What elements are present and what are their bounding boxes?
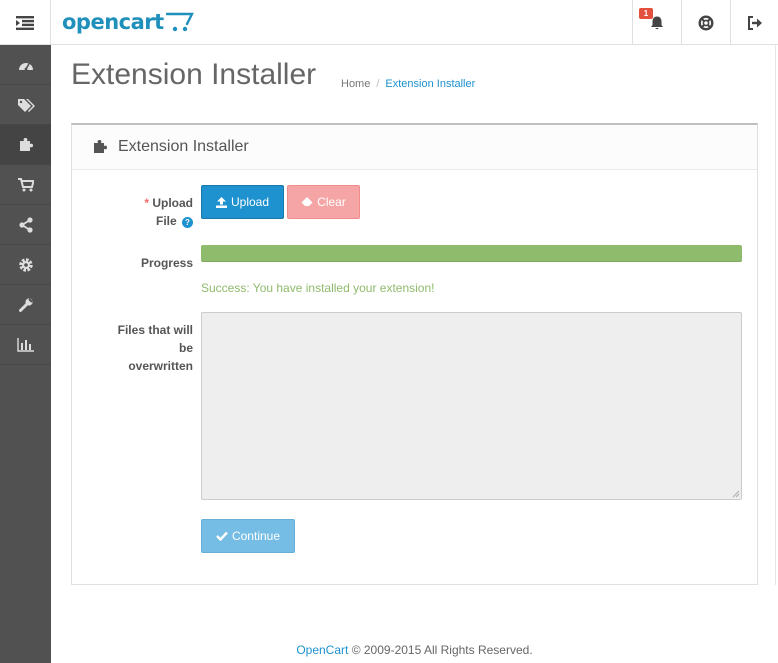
overwrite-label-line3: overwritten — [128, 359, 193, 373]
sidebar-item-extensions[interactable] — [0, 125, 51, 165]
footer-copyright: © 2009-2015 All Rights Reserved. — [351, 643, 533, 657]
sidebar-nav — [0, 45, 51, 663]
upload-button-label: Upload — [230, 195, 270, 209]
cog-icon — [18, 257, 33, 272]
notification-count-badge: 1 — [639, 8, 653, 19]
continue-button-label: Continue — [231, 529, 281, 543]
success-message: Success: You have installed your extensi… — [201, 281, 435, 295]
progress-bar — [201, 245, 742, 262]
sidebar-item-sales[interactable] — [0, 165, 51, 205]
logo-text: opencart — [62, 10, 164, 34]
share-icon — [18, 216, 33, 233]
overwrite-label-line2: be — [178, 341, 193, 355]
shopping-cart-icon — [17, 177, 34, 191]
overwrite-files-label: Files that will be overwritten — [118, 321, 193, 375]
sidebar-item-tools[interactable] — [0, 285, 51, 325]
life-ring-icon — [698, 14, 714, 31]
check-icon — [216, 531, 228, 541]
resize-handle-icon — [732, 490, 740, 498]
breadcrumb-current-link[interactable]: Extension Installer — [385, 78, 475, 90]
help-icon[interactable]: ? — [182, 217, 193, 228]
sidebar-item-system[interactable] — [0, 245, 51, 285]
tags-icon — [17, 98, 35, 112]
required-marker: * — [144, 196, 149, 210]
breadcrumb-home-link[interactable]: Home — [341, 78, 370, 90]
page-scroll-rail — [770, 45, 776, 585]
sidebar-item-dashboard[interactable] — [0, 45, 51, 85]
cart-logo-icon — [165, 12, 194, 32]
notifications-button[interactable] — [632, 0, 681, 45]
footer-opencart-link[interactable]: OpenCart — [296, 643, 348, 657]
puzzle-icon — [19, 137, 33, 151]
upload-label-line1: Upload — [152, 196, 193, 210]
breadcrumb: Home / Extension Installer — [341, 78, 475, 90]
progress-label: Progress — [140, 256, 193, 270]
help-button[interactable] — [681, 0, 730, 45]
panel-heading: Extension Installer — [72, 125, 757, 170]
upload-button[interactable]: Upload — [201, 185, 284, 219]
sign-out-icon — [747, 15, 762, 30]
breadcrumb-separator: / — [376, 78, 380, 90]
page-title: Extension Installer — [71, 58, 317, 91]
overwrite-files-textarea[interactable] — [201, 312, 742, 500]
panel-title: Extension Installer — [118, 138, 249, 155]
upload-icon — [215, 196, 227, 208]
wrench-icon — [18, 297, 33, 312]
menu-toggle-button[interactable] — [0, 0, 51, 45]
logout-button[interactable] — [730, 0, 778, 45]
bar-chart-icon — [16, 337, 34, 352]
overwrite-label-line1: Files that will — [117, 323, 193, 337]
sidebar-item-marketing[interactable] — [0, 205, 51, 245]
footer: OpenCart © 2009-2015 All Rights Reserved… — [51, 643, 778, 657]
puzzle-icon — [94, 140, 107, 153]
top-header: opencart 1 — [0, 0, 778, 45]
opencart-logo[interactable]: opencart — [62, 8, 194, 36]
upload-label-line2: File — [155, 214, 177, 228]
clear-button[interactable]: Clear — [287, 185, 360, 219]
menu-toggle-icon — [16, 15, 34, 30]
sidebar-item-catalog[interactable] — [0, 85, 51, 125]
sidebar-item-reports[interactable] — [0, 325, 51, 365]
dashboard-icon — [18, 62, 33, 70]
eraser-icon — [301, 197, 313, 206]
continue-button[interactable]: Continue — [201, 519, 295, 553]
upload-file-label: * Upload File ? — [144, 194, 193, 230]
clear-button-label: Clear — [317, 195, 346, 209]
